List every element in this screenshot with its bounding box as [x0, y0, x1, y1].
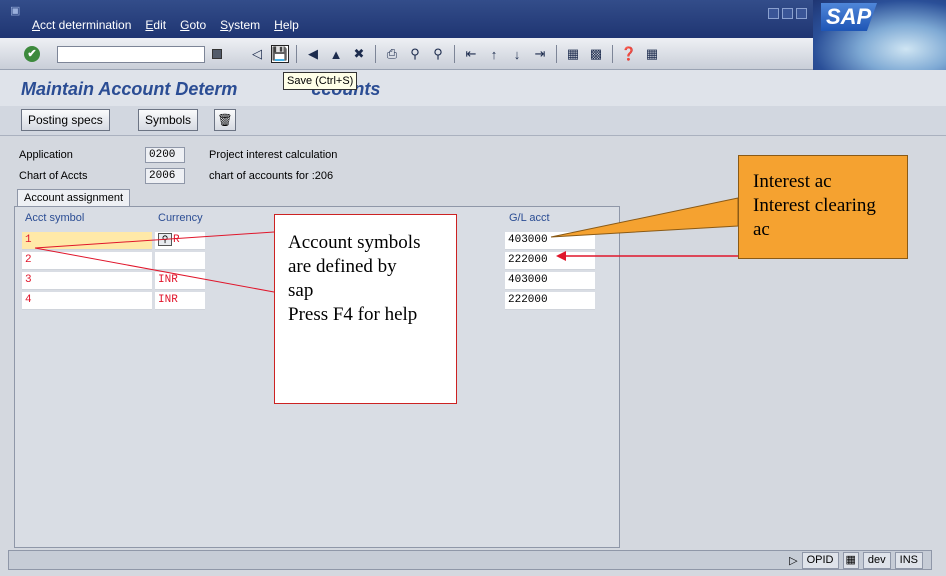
currency-cell[interactable]: [155, 252, 205, 270]
toolbar-separator: [556, 45, 557, 63]
status-mode: INS: [894, 552, 923, 569]
gl-acct-cell[interactable]: 222000: [505, 292, 595, 310]
layout-icon[interactable]: ▦: [643, 45, 661, 63]
toolbar-separator: [454, 45, 455, 63]
menu-goto[interactable]: Goto: [180, 18, 206, 32]
status-user: dev: [862, 552, 891, 569]
symbols-button[interactable]: Symbols: [138, 109, 199, 131]
maximize-icon[interactable]: [782, 8, 793, 19]
last-page-icon[interactable]: ⇥: [531, 45, 549, 63]
application-label: Application: [19, 149, 73, 161]
delete-icon[interactable]: 🗑: [214, 109, 236, 131]
callout-line: Account symbols: [288, 232, 421, 253]
callout-line: are defined by: [288, 256, 397, 277]
toolbar-separator: [375, 45, 376, 63]
status-fields: ▷ OPID ▦ dev INS: [789, 552, 923, 569]
menu-acct-determination[interactable]: Acct determination: [32, 18, 131, 32]
help-icon[interactable]: ❓: [620, 45, 638, 63]
status-expand-icon[interactable]: ▷: [789, 554, 797, 567]
callout-line: Interest ac: [753, 171, 832, 192]
system-menu-icon[interactable]: ▣: [10, 4, 20, 17]
acct-symbol-cell[interactable]: 3: [22, 272, 152, 290]
window-controls: [768, 8, 807, 19]
command-field[interactable]: [57, 46, 205, 63]
save-tooltip: Save (Ctrl+S): [283, 72, 358, 90]
menu-edit[interactable]: Edit: [145, 18, 166, 32]
sap-window: ▣ Acct determination Edit Goto System He…: [0, 0, 946, 576]
gl-acct-cell[interactable]: 403000: [505, 232, 595, 250]
gl-acct-cell[interactable]: 222000: [505, 252, 595, 270]
gl-acct-cell[interactable]: 403000: [505, 272, 595, 290]
find-icon[interactable]: ⚲: [406, 45, 424, 63]
menu-bar: ▣ Acct determination Edit Goto System He…: [0, 0, 946, 38]
gl-account-callout: Interest ac Interest clearing ac: [738, 155, 908, 259]
tab-account-assignment[interactable]: Account assignment: [17, 189, 131, 206]
print-icon[interactable]: ⎙: [383, 45, 401, 63]
cancel-icon[interactable]: ✖: [350, 45, 368, 63]
back-nav-icon[interactable]: ◀: [304, 45, 322, 63]
callout-line: ac: [753, 219, 770, 240]
callout-line: Press F4 for help: [288, 304, 418, 325]
first-page-icon[interactable]: ⇤: [462, 45, 480, 63]
standard-toolbar: ✔ ◁ 💾 ◀ ▲ ✖ ⎙ ⚲ ⚲ ⇤ ↑ ↓ ⇥ ▦ ▩ ❓ ▦: [0, 38, 813, 70]
toolbar-separator: [296, 45, 297, 63]
exit-icon[interactable]: ▲: [327, 45, 345, 63]
command-history-icon[interactable]: [212, 49, 222, 59]
status-client: OPID: [801, 552, 839, 569]
chart-of-accounts-field[interactable]: 2006: [145, 168, 185, 184]
previous-page-icon[interactable]: ↑: [485, 45, 503, 63]
page-title-head: Maintain Account Determ: [21, 79, 238, 99]
next-page-icon[interactable]: ↓: [508, 45, 526, 63]
account-symbols-callout: Account symbols are defined by sap Press…: [274, 214, 457, 404]
save-icon[interactable]: 💾: [271, 45, 289, 63]
back-icon[interactable]: ◁: [248, 45, 266, 63]
acct-symbol-cell[interactable]: 4: [22, 292, 152, 310]
acct-symbol-cell[interactable]: 2: [22, 252, 152, 270]
application-toolbar: Posting specs Symbols 🗑: [0, 106, 946, 136]
acct-symbol-cell[interactable]: 1: [22, 232, 152, 250]
callout-line: sap: [288, 280, 314, 301]
title-bar: Maintain Account Determccounts: [0, 70, 946, 106]
col-header-gl-acct: G/L acct: [509, 212, 550, 224]
posting-specs-button[interactable]: Posting specs: [21, 109, 110, 131]
currency-cell[interactable]: INR: [155, 272, 205, 290]
currency-cell[interactable]: INR: [155, 292, 205, 310]
new-session-icon[interactable]: ▦: [564, 45, 582, 63]
toolbar-separator: [612, 45, 613, 63]
application-field[interactable]: 0200: [145, 147, 185, 163]
status-bar: ▷ OPID ▦ dev INS: [8, 550, 932, 570]
close-icon[interactable]: [796, 8, 807, 19]
col-header-acct-symbol: Acct symbol: [25, 212, 85, 224]
menu-system[interactable]: System: [220, 18, 260, 32]
sap-logo-text: SAP: [821, 3, 877, 31]
menu-help[interactable]: Help: [274, 18, 299, 32]
find-next-icon[interactable]: ⚲: [429, 45, 447, 63]
chart-of-accounts-description: chart of accounts for :206: [209, 170, 334, 182]
search-help-icon[interactable]: ⚲: [158, 233, 172, 246]
minimize-icon[interactable]: [768, 8, 779, 19]
application-description: Project interest calculation: [209, 149, 338, 161]
callout-line: Interest clearing: [753, 195, 876, 216]
enter-icon[interactable]: ✔: [24, 46, 40, 62]
menu-items: Acct determination Edit Goto System Help: [32, 18, 299, 32]
sap-logo: SAP: [813, 0, 946, 70]
chart-of-accounts-label: Chart of Accts: [19, 170, 88, 182]
col-header-currency: Currency: [158, 212, 203, 224]
status-server-icon[interactable]: ▦: [842, 552, 859, 569]
shortcut-icon[interactable]: ▩: [587, 45, 605, 63]
toolbar-icons: ◁ 💾 ◀ ▲ ✖ ⎙ ⚲ ⚲ ⇤ ↑ ↓ ⇥ ▦ ▩ ❓ ▦: [248, 45, 661, 63]
